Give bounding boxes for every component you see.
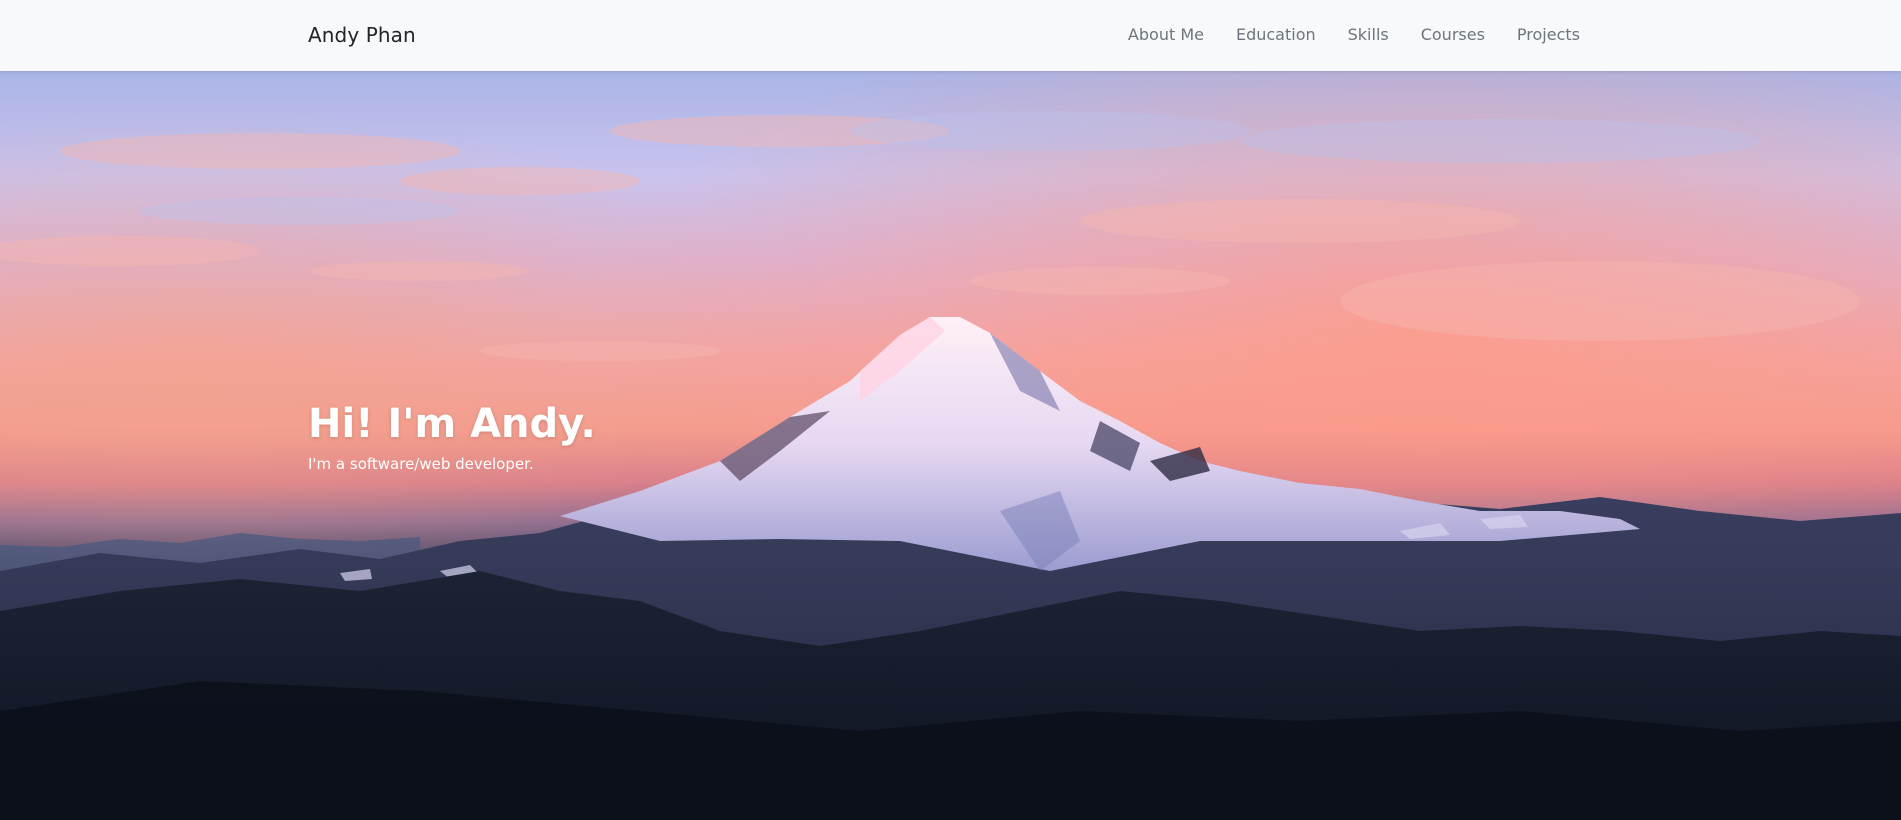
nav-item-skills[interactable]: Skills (1332, 25, 1405, 44)
hero-subtitle: I'm a software/web developer. (308, 455, 534, 473)
hero-title: Hi! I'm Andy. (308, 401, 596, 447)
hero-text-block: Hi! I'm Andy. I'm a software/web develop… (308, 401, 596, 473)
brand-link[interactable]: Andy Phan (308, 23, 416, 47)
nav-item-courses[interactable]: Courses (1405, 25, 1501, 44)
nav-menu: About Me Education Skills Courses Projec… (1112, 25, 1580, 44)
hero-section: Hi! I'm Andy. I'm a software/web develop… (0, 71, 1901, 820)
top-navbar: Andy Phan About Me Education Skills Cour… (0, 0, 1901, 71)
hero-background-image (0, 71, 1901, 820)
nav-item-about-me[interactable]: About Me (1112, 25, 1220, 44)
nav-item-projects[interactable]: Projects (1501, 25, 1580, 44)
nav-item-education[interactable]: Education (1220, 25, 1332, 44)
